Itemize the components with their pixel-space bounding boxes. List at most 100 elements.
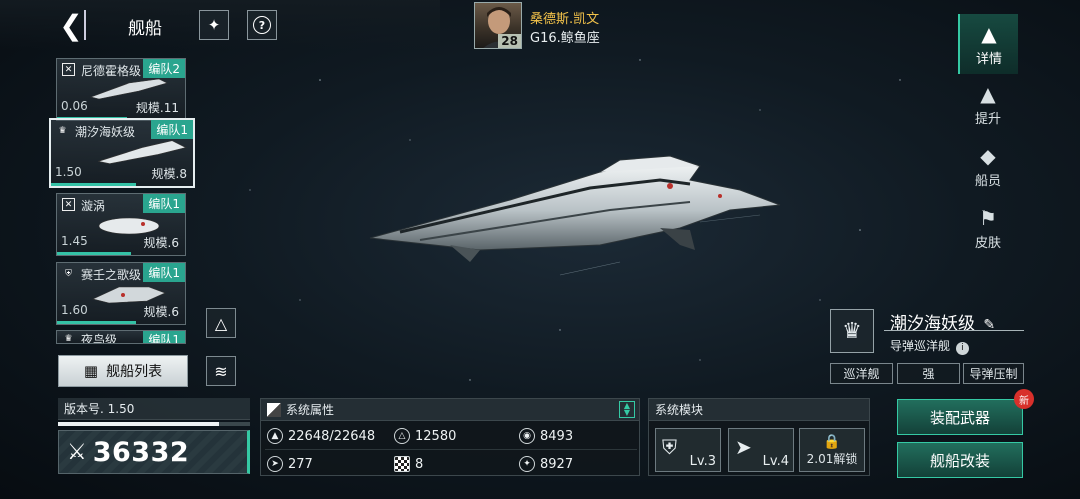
module-missile[interactable]: ➤ Lv.4 <box>728 428 794 472</box>
hull-icon: ▲ <box>267 428 283 444</box>
version-progress <box>58 422 250 426</box>
equip-weapon-button[interactable]: 装配武器 <box>897 399 1023 435</box>
ship-thumbnail <box>89 78 168 100</box>
crew-icon: ◆ <box>980 143 996 168</box>
ship-progress-bar <box>51 183 137 186</box>
crown-icon: ♛ <box>58 125 67 136</box>
ship-progress-bar <box>57 321 137 324</box>
ship-card-name: 夜鸟级 <box>81 333 118 344</box>
stat-value: 8927 <box>540 456 574 472</box>
stat-speed: ➤ 277 <box>267 456 313 472</box>
divider <box>265 449 637 450</box>
module-level: Lv.3 <box>689 454 716 469</box>
toggle-arrows-icon[interactable]: ▲ ▼ <box>619 401 635 418</box>
tab-label: 提升 <box>974 111 1001 127</box>
shield-icon: ⛨ <box>65 268 72 279</box>
module-locked[interactable]: 🔒 2.01解锁 <box>799 428 865 472</box>
ship-card-siren-song[interactable]: ⛨ 赛壬之歌级 编队1 1.60 规模.6 <box>56 262 186 325</box>
tab-upgrade[interactable]: ▲ 提升 <box>958 74 1018 134</box>
missile-module-icon: ➤ <box>735 435 752 459</box>
planet-icon: ✦ <box>207 16 221 34</box>
planet-button[interactable]: ✦ <box>199 10 229 40</box>
question-icon: ? <box>253 16 271 34</box>
stat-value: 8 <box>415 456 424 472</box>
wave-button[interactable]: ≋ <box>206 356 236 386</box>
ship-thumbnail <box>98 140 187 165</box>
ship-card-tide-siren[interactable]: ♛ 潮汐海妖级 编队1 1.50 规模.8 <box>49 118 195 188</box>
divider <box>884 330 1024 331</box>
ship-card-vortex[interactable]: ✕ 漩涡 编队1 1.45 规模.6 <box>56 193 186 256</box>
page-title: 舰船 <box>128 19 162 39</box>
stat-hull: ▲ 22648/22648 <box>267 428 375 444</box>
ship-version: 1.60 <box>61 303 88 317</box>
ship-thumbnail <box>92 286 166 304</box>
info-icon[interactable]: i <box>955 341 969 355</box>
checker-icon <box>394 456 410 472</box>
stat-value: 8493 <box>540 428 574 444</box>
tag-cruiser: 巡洋舰 <box>830 363 893 384</box>
combat-power-box: ⚔ 36332 <box>58 430 250 474</box>
skin-icon: ⚑ <box>979 205 997 230</box>
ship-version: 1.45 <box>61 234 88 248</box>
shield-module-icon: ⛨ <box>662 435 677 459</box>
wave-icon: ≋ <box>214 361 228 381</box>
stats-icon <box>267 402 281 417</box>
main-ship-model[interactable] <box>360 150 790 270</box>
shield-icon: ◉ <box>519 428 535 444</box>
unlock-text: 2.01解锁 <box>806 451 858 466</box>
tab-crew[interactable]: ◆ 船员 <box>958 136 1018 196</box>
captain-avatar[interactable]: 28 <box>474 2 522 49</box>
lock-icon: 🔒 <box>823 433 841 450</box>
stat-value: 22648/22648 <box>288 428 376 444</box>
modules-panel-header: 系统模块 <box>649 399 869 421</box>
formation-button[interactable]: △ <box>206 308 236 338</box>
ship-version: 0.06 <box>61 99 88 113</box>
stat-value: 12580 <box>415 428 457 444</box>
ship-card-night-bird[interactable]: ♛ 夜鸟级 编队1 <box>56 330 186 344</box>
stat-armor: △ 12580 <box>394 428 456 444</box>
ship-type-text: 导弹巡洋舰 <box>890 339 951 353</box>
stats-panel-header: 系统属性 ▲ ▼ <box>261 399 639 421</box>
tab-skin[interactable]: ⚑ 皮肤 <box>958 198 1018 258</box>
ship-class-emblem: ♛ <box>830 309 874 353</box>
ship-version: 1.50 <box>55 165 82 179</box>
ship-type: 导弹巡洋舰 i <box>890 337 969 355</box>
combat-power-value: 36332 <box>92 436 190 468</box>
ship-card-niedhogg[interactable]: ✕ 尼德霍格级 编队2 0.06 规模.11 <box>56 58 186 121</box>
ship-scale: 规模.11 <box>135 101 179 115</box>
tab-detail[interactable]: ▲ 详情 <box>958 14 1018 74</box>
ship-list-button[interactable]: ▦ 舰船列表 <box>58 355 188 387</box>
stats-panel: 系统属性 ▲ ▼ ▲ 22648/22648 △ 12580 ◉ 8493 ➤ 2… <box>260 398 640 476</box>
stats-panel-title: 系统属性 <box>286 403 335 417</box>
captain-name: 桑德斯.凯文 <box>530 12 600 27</box>
speed-icon: ➤ <box>267 456 283 472</box>
x-square-icon: ✕ <box>62 198 75 211</box>
tab-label: 皮肤 <box>974 235 1001 251</box>
ship-scale: 规模.6 <box>143 305 179 319</box>
module-shield[interactable]: ⛨ Lv.3 <box>655 428 721 472</box>
formation-icon: △ <box>214 313 228 333</box>
armor-icon: △ <box>394 428 410 444</box>
ship-modify-button[interactable]: 舰船改装 <box>897 442 1023 478</box>
tab-label: 船员 <box>974 173 1001 189</box>
upgrade-icon: ▲ <box>980 81 996 106</box>
ship-scale: 规模.8 <box>151 167 187 181</box>
version-label: 版本号. 1.50 <box>58 398 250 420</box>
modules-panel: 系统模块 ⛨ Lv.3 ➤ Lv.4 🔒 2.01解锁 <box>648 398 870 476</box>
ship-list-label: 舰船列表 <box>106 364 163 380</box>
target-icon: ✦ <box>519 456 535 472</box>
tag-missile-suppression: 导弹压制 <box>963 363 1024 384</box>
stat-checker: 8 <box>394 456 423 472</box>
captain-level: 28 <box>498 34 521 48</box>
chevron-left-icon: ❮ <box>59 8 83 42</box>
help-button[interactable]: ? <box>247 10 277 40</box>
stat-value: 277 <box>288 456 313 472</box>
tag-strong: 强 <box>897 363 960 384</box>
ship-scale: 规模.6 <box>143 236 179 250</box>
back-button[interactable]: ❮ <box>58 8 86 42</box>
ship-thumbnail <box>98 217 160 235</box>
tab-label: 详情 <box>975 51 1002 67</box>
crossed-swords-icon: ⚔ <box>67 439 87 465</box>
captain-zone: G16.鲸鱼座 <box>530 31 600 46</box>
ship-name-text: 潮汐海妖级 <box>890 314 975 334</box>
